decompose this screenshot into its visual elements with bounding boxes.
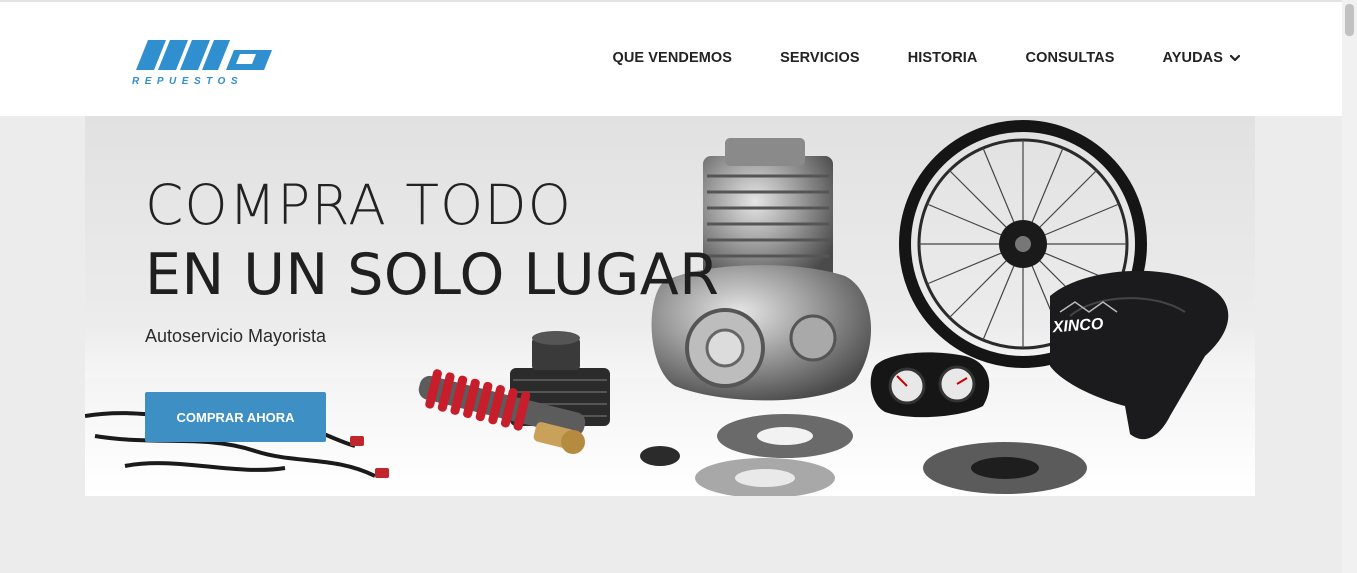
nav-item-servicios[interactable]: SERVICIOS: [780, 48, 860, 68]
hero-title-line1: COMPRA TODO: [145, 173, 572, 237]
hero-text: COMPRA TODO EN UN SOLO LUGAR Autoservici…: [145, 172, 719, 347]
hero-subtitle: Autoservicio Mayorista: [145, 326, 327, 346]
scrollbar-thumb[interactable]: [1345, 4, 1354, 36]
nav-item-historia[interactable]: HISTORIA: [908, 48, 978, 68]
hero-banner: XINCO COMPRA TODO EN UN SOLO LUGAR Autos…: [85, 116, 1255, 496]
nav-label: SERVICIOS: [780, 50, 860, 66]
nav-item-ayudas[interactable]: AYUDAS: [1163, 48, 1242, 68]
svg-text:XINCO: XINCO: [1051, 316, 1104, 337]
nav-item-consultas[interactable]: CONSULTAS: [1026, 48, 1115, 68]
gauge-cluster: [870, 352, 990, 418]
nav-label: QUE VENDEMOS: [612, 50, 733, 66]
page-scrollbar[interactable]: [1342, 0, 1357, 573]
brand-logo[interactable]: REPUESTOS: [130, 36, 275, 90]
nav-item-que-vendemos[interactable]: QUE VENDEMOS: [612, 48, 732, 68]
nav-label: HISTORIA: [907, 50, 978, 66]
nav-label: CONSULTAS: [1025, 50, 1115, 66]
buy-now-button[interactable]: COMPRAR AHORA: [145, 392, 326, 442]
main-nav: QUE VENDEMOS SERVICIOS HISTORIA CONSULTA…: [612, 48, 1241, 68]
site-header: REPUESTOS QUE VENDEMOS SERVICIOS HISTORI…: [0, 2, 1342, 116]
svg-text:REPUESTOS: REPUESTOS: [132, 76, 243, 87]
chevron-down-icon: [1229, 54, 1241, 62]
hero-title-line2: EN UN SOLO LUGAR: [145, 242, 720, 308]
nav-label: AYUDAS: [1162, 50, 1223, 66]
